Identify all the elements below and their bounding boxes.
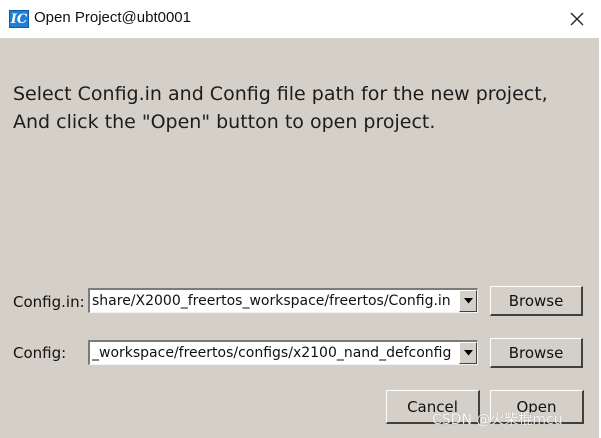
open-project-dialog: IC Open Project@ubt0001 Select Config.in… <box>0 0 599 438</box>
config-in-dropdown-button[interactable] <box>459 290 477 312</box>
config-path-value[interactable]: _workspace/freertos/configs/x2100_nand_d… <box>92 344 458 362</box>
close-button[interactable] <box>560 6 594 32</box>
ic-app-icon: IC <box>9 10 29 28</box>
instruction-message: Select Config.in and Config file path fo… <box>13 83 548 133</box>
close-icon <box>570 12 584 26</box>
dropdown-arrow-icon <box>463 350 473 356</box>
csdn-watermark: CSDN @火柴棍mcu <box>432 412 563 428</box>
title-bar: IC Open Project@ubt0001 <box>0 0 599 38</box>
config-browse-button[interactable]: Browse <box>490 338 583 368</box>
config-label: Config: <box>13 344 67 362</box>
config-in-path-value[interactable]: share/X2000_freertos_workspace/freertos/… <box>92 292 458 310</box>
config-in-label: Config.in: <box>13 293 85 311</box>
config-in-path-combo[interactable]: share/X2000_freertos_workspace/freertos/… <box>88 288 478 313</box>
config-dropdown-button[interactable] <box>459 342 477 364</box>
config-in-browse-button[interactable]: Browse <box>490 286 583 316</box>
window-title: Open Project@ubt0001 <box>34 9 191 26</box>
dropdown-arrow-icon <box>463 298 473 304</box>
dialog-body: Select Config.in and Config file path fo… <box>0 38 599 438</box>
config-path-combo[interactable]: _workspace/freertos/configs/x2100_nand_d… <box>88 340 478 365</box>
